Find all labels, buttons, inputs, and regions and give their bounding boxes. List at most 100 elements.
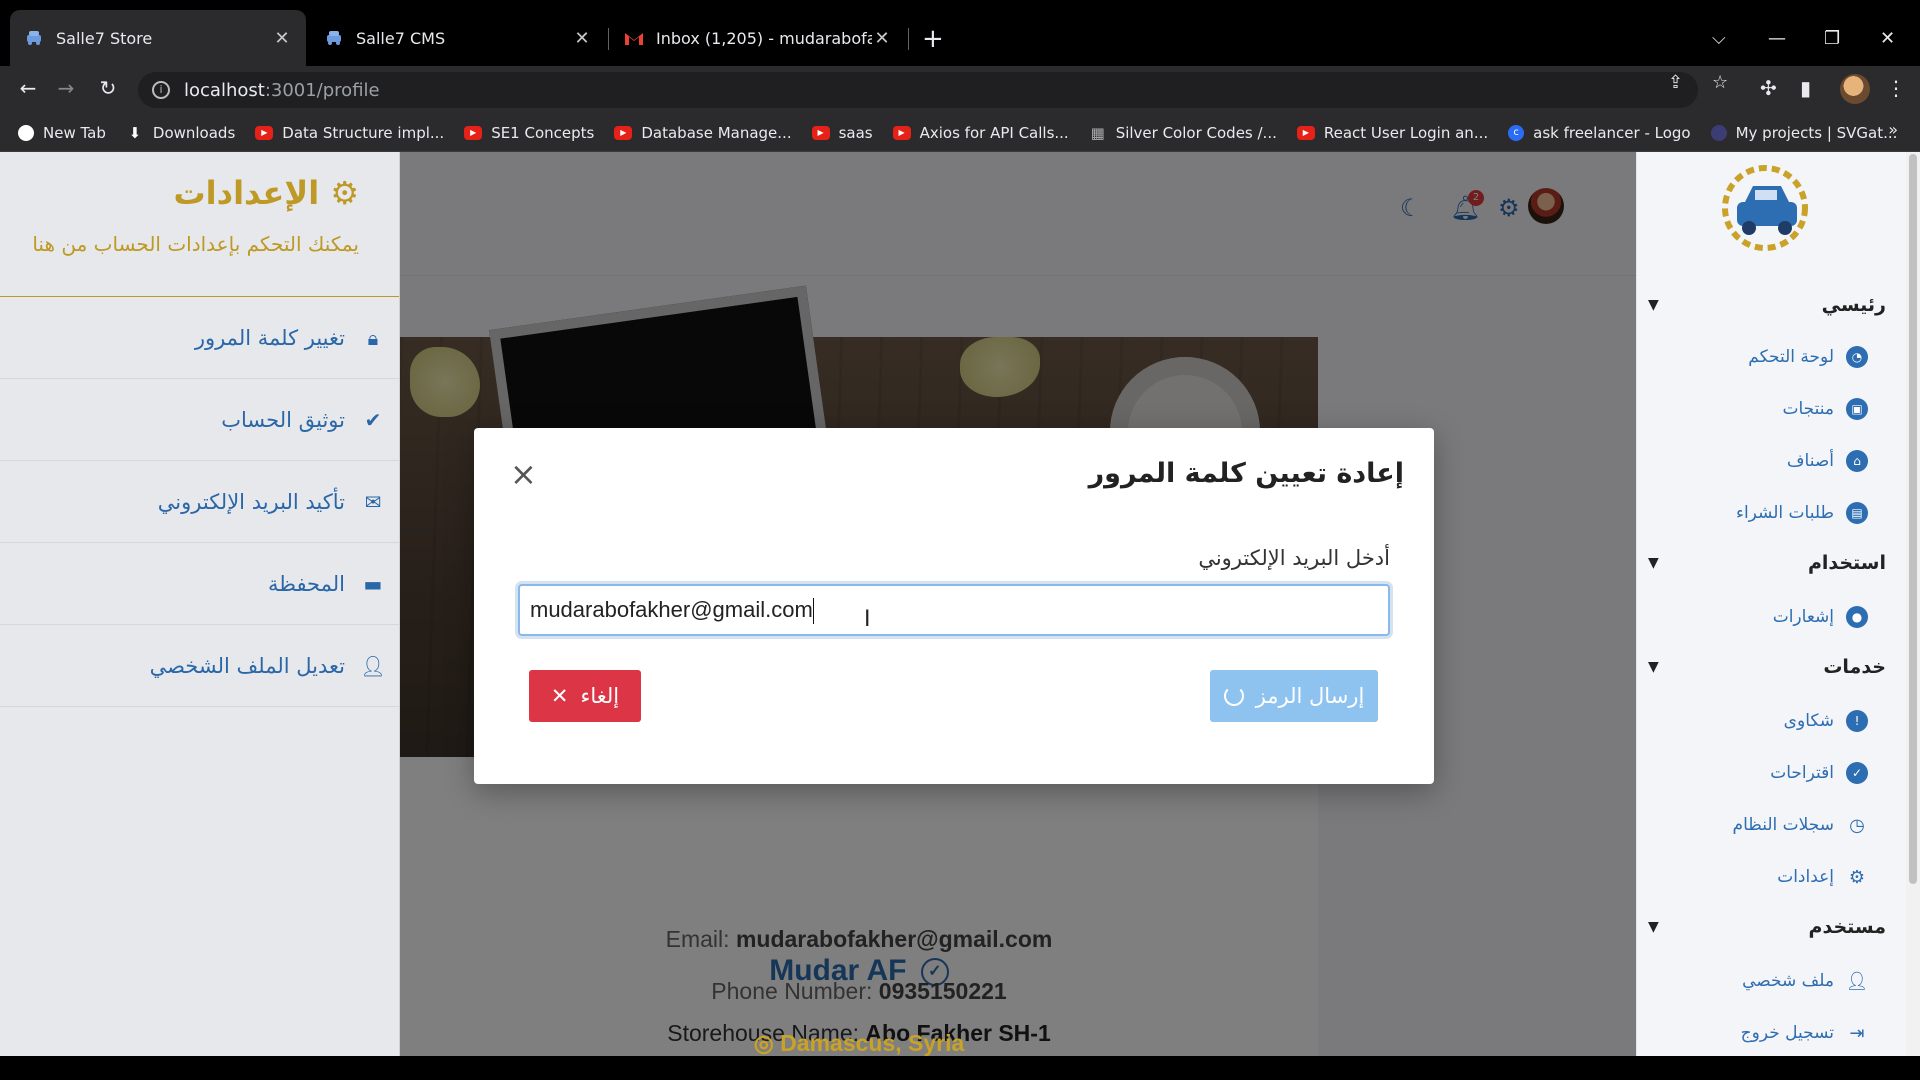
screen-bottom-bar bbox=[0, 1056, 1920, 1080]
sidebar-item-suggestions[interactable]: اقتراحات ✓ bbox=[1770, 762, 1868, 784]
bookmark-item[interactable]: ▶ React User Login an... bbox=[1296, 124, 1488, 142]
tab-search-chevron-icon[interactable]: ⌵ bbox=[1712, 28, 1726, 49]
bookmark-item[interactable]: ▶ Data Structure impl... bbox=[255, 124, 444, 142]
bookmark-item[interactable]: ▶ SE1 Concepts bbox=[464, 124, 594, 142]
browser-tabstrip: Salle7 Store ✕ Salle7 CMS ✕ Inbox (1,205… bbox=[0, 0, 1920, 66]
share-icon[interactable]: ⇪ bbox=[1668, 72, 1683, 93]
sidebar-item-notifications[interactable]: إشعارات ● bbox=[1773, 606, 1868, 628]
sidebar-item-system-logs[interactable]: سجلات النظام ◷ bbox=[1733, 814, 1868, 836]
reload-icon[interactable]: ↻ bbox=[94, 76, 122, 100]
bookmark-label: Downloads bbox=[152, 123, 236, 142]
chevron-down-icon[interactable]: ▼ bbox=[1648, 555, 1659, 571]
youtube-icon: ▶ bbox=[464, 125, 483, 140]
bookmark-item[interactable]: ▶ Database Manage... bbox=[614, 123, 792, 142]
bell-icon: ● bbox=[1846, 606, 1868, 628]
sidebar-item-logout[interactable]: تسجيل خروج ⇥ bbox=[1741, 1022, 1868, 1044]
bookmark-item[interactable]: New Tab bbox=[18, 124, 106, 142]
sidebar-item-label: منتجات bbox=[1782, 399, 1834, 419]
sidebar-item-categories[interactable]: أصناف ⌂ bbox=[1787, 450, 1868, 472]
window-close-icon[interactable]: ✕ bbox=[1880, 28, 1895, 49]
site-info-icon[interactable]: i bbox=[152, 81, 170, 99]
youtube-icon: ▶ bbox=[614, 125, 633, 140]
sidebar-item-label: اقتراحات bbox=[1770, 763, 1834, 783]
sidebar-section-services[interactable]: ▼ خدمات bbox=[1636, 656, 1886, 678]
bookmark-item[interactable]: ▶ Axios for API Calls... bbox=[892, 124, 1069, 142]
chevron-down-icon[interactable]: ▼ bbox=[1648, 297, 1659, 313]
extensions-puzzle-icon[interactable]: ✣ bbox=[1760, 76, 1777, 100]
sidebar-item-complaints[interactable]: شكاوى ! bbox=[1784, 710, 1868, 732]
sidebar-item-products[interactable]: منتجات ▣ bbox=[1782, 398, 1868, 420]
cancel-button-label: إلغاء bbox=[580, 684, 620, 708]
sidebar-item-label: إعدادات bbox=[1777, 867, 1834, 887]
back-arrow-icon[interactable]: ← bbox=[14, 76, 42, 100]
car-favicon-icon bbox=[24, 28, 44, 48]
bookmark-item[interactable]: c ask freelancer - Logo bbox=[1508, 124, 1691, 142]
bookmark-item[interactable]: ▶ saas bbox=[811, 123, 873, 142]
address-bar[interactable]: i localhost:3001/profile bbox=[138, 72, 1698, 108]
modal-close-icon[interactable]: × bbox=[510, 458, 537, 490]
bookmark-label: saas bbox=[838, 123, 873, 142]
tab-close-icon[interactable]: ✕ bbox=[272, 28, 292, 49]
chevron-down-icon[interactable]: ▼ bbox=[1648, 919, 1659, 935]
sidebar-item-settings[interactable]: إعدادات ⚙ bbox=[1777, 866, 1868, 888]
sidebar-item-label: تسجيل خروج bbox=[1740, 1023, 1834, 1043]
send-code-button[interactable]: إرسال الرمز bbox=[1210, 670, 1378, 722]
sidebar-item-label: ملف شخصي bbox=[1742, 971, 1834, 991]
bookmark-item[interactable]: ▦ Silver Color Codes /... bbox=[1089, 124, 1277, 142]
logout-icon: ⇥ bbox=[1849, 1022, 1865, 1044]
download-icon: ⬇ bbox=[128, 123, 142, 142]
cancel-button[interactable]: ✕ إلغاء bbox=[529, 670, 641, 722]
minimize-icon[interactable]: — bbox=[1768, 28, 1786, 49]
browser-menu-icon[interactable]: ⋮ bbox=[1886, 76, 1906, 100]
bookmark-star-icon[interactable]: ☆ bbox=[1712, 72, 1728, 93]
scrollbar-thumb[interactable] bbox=[1909, 154, 1917, 884]
bookmark-label: New Tab bbox=[43, 123, 106, 142]
bookmark-label: My projects | SVGat... bbox=[1735, 123, 1898, 142]
alert-icon: ! bbox=[1846, 710, 1868, 732]
check-badge-icon: ✓ bbox=[1846, 762, 1868, 784]
sidebar-section-label: رئيسي bbox=[1821, 294, 1886, 316]
sidebar-item-profile[interactable]: ملف شخصي 👤︎ bbox=[1742, 970, 1868, 992]
sidebar-section-user[interactable]: ▼ مستخدم bbox=[1636, 916, 1886, 938]
modal-backdrop-left[interactable] bbox=[0, 152, 400, 1056]
sidebar-item-label: لوحة التحكم bbox=[1748, 347, 1834, 367]
bookmark-label: Database Manage... bbox=[641, 123, 792, 142]
sidebar-item-label: سجلات النظام bbox=[1732, 815, 1834, 835]
sidebar-section-main[interactable]: ▼ رئيسي bbox=[1636, 294, 1886, 316]
bookmark-item[interactable]: ⬇ Downloads bbox=[126, 123, 236, 142]
page-scrollbar[interactable] bbox=[1906, 152, 1920, 1056]
new-tab-plus-icon[interactable]: + bbox=[922, 26, 944, 52]
tab-close-icon[interactable]: ✕ bbox=[872, 28, 892, 49]
mouse-ibeam-cursor-icon: I bbox=[864, 607, 871, 632]
sidebar-item-dashboard[interactable]: لوحة التحكم ◔ bbox=[1748, 346, 1868, 368]
chevron-down-icon[interactable]: ▼ bbox=[1648, 659, 1659, 675]
bookmark-item[interactable]: My projects | SVGat... bbox=[1710, 123, 1898, 142]
category-icon: ⌂ bbox=[1846, 450, 1868, 472]
restore-icon[interactable]: ❐ bbox=[1824, 28, 1840, 49]
globe-icon bbox=[18, 124, 34, 141]
forward-arrow-icon[interactable]: → bbox=[52, 76, 80, 100]
youtube-icon: ▶ bbox=[811, 125, 830, 140]
clock-icon: ◷ bbox=[1849, 814, 1865, 836]
bag-icon: ▤ bbox=[1846, 502, 1868, 524]
email-field[interactable]: mudarabofakher@gmail.com bbox=[518, 584, 1390, 636]
tab-gmail-inbox[interactable]: Inbox (1,205) - mudarabofakher@ ✕ bbox=[610, 10, 906, 66]
bookmark-label: SE1 Concepts bbox=[491, 123, 595, 142]
tab-divider bbox=[908, 28, 909, 50]
youtube-icon: ▶ bbox=[892, 125, 911, 140]
sidebar-section-usage[interactable]: ▼ استخدام bbox=[1636, 552, 1886, 574]
youtube-icon: ▶ bbox=[1296, 125, 1315, 140]
browser-profile-avatar[interactable] bbox=[1840, 74, 1870, 104]
loading-spinner-icon bbox=[1223, 686, 1244, 706]
text-cursor bbox=[812, 598, 814, 625]
bookmarks-overflow-icon[interactable]: » bbox=[1888, 120, 1898, 139]
email-field-value: mudarabofakher@gmail.com bbox=[530, 597, 813, 622]
tab-salle7-cms[interactable]: Salle7 CMS ✕ bbox=[310, 10, 606, 66]
sidebar-item-orders[interactable]: طلبات الشراء ▤ bbox=[1736, 502, 1868, 524]
url-host: localhost bbox=[184, 79, 265, 101]
side-panel-icon[interactable]: ▮ bbox=[1800, 76, 1811, 100]
reset-password-modal: إعادة تعيين كلمة المرور × أدخل البريد ال… bbox=[474, 428, 1434, 784]
tab-divider bbox=[608, 28, 609, 50]
tab-salle7-store[interactable]: Salle7 Store ✕ bbox=[10, 10, 306, 66]
tab-close-icon[interactable]: ✕ bbox=[572, 28, 592, 49]
